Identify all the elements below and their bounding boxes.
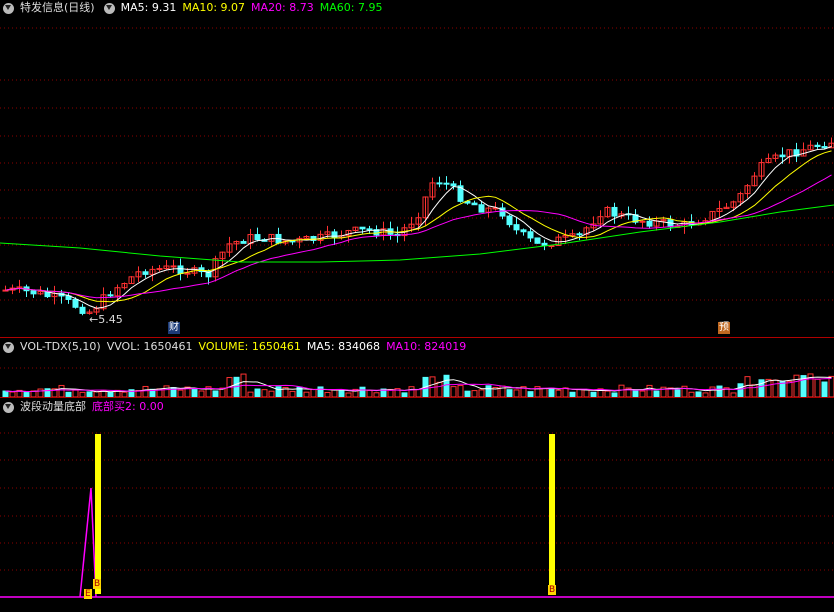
marker-b-1: B (93, 579, 102, 589)
volume-bar (450, 386, 457, 398)
volume-bar (142, 385, 149, 398)
volume-bar (72, 389, 79, 398)
volume-bar (191, 388, 198, 398)
marker-b-2: B (548, 585, 557, 595)
volume-bar (317, 386, 324, 398)
candle-body (72, 298, 79, 308)
volume-bar (751, 384, 758, 398)
volume-bar (786, 380, 793, 398)
volume-bar (506, 389, 513, 398)
buy-signal-bar-1 (95, 434, 101, 594)
volume-bar (576, 388, 583, 398)
candle-body (107, 294, 114, 297)
volume-bar (436, 381, 443, 398)
candle-body (177, 265, 184, 274)
candle-body (142, 271, 149, 275)
candle-body (170, 265, 177, 268)
volume-bar (548, 387, 555, 398)
volume-bar (443, 374, 450, 398)
candle-body (639, 220, 646, 223)
volume-bar (163, 385, 170, 398)
candle-body (506, 215, 513, 226)
volume-bar (37, 388, 44, 398)
volume-bar (408, 386, 415, 398)
volume-bar (485, 385, 492, 398)
volume-bar (583, 389, 590, 398)
candle-body (184, 272, 191, 275)
volume-chart[interactable] (0, 338, 834, 398)
volume-bar (541, 387, 548, 398)
candle-body (534, 237, 541, 244)
volume-bar (555, 389, 562, 398)
marker-e-1: E (84, 589, 92, 599)
price-chart[interactable] (0, 0, 834, 338)
low-price-marker: ←5.45 (89, 313, 123, 326)
volume-bar (261, 389, 268, 398)
indicator-chart[interactable] (0, 398, 834, 612)
candle-body (611, 206, 618, 217)
event-tag-forecast[interactable]: 预 (718, 322, 730, 334)
candle-body (478, 204, 485, 213)
volume-bar (415, 389, 422, 398)
candle-body (779, 154, 786, 158)
candle-body (821, 146, 828, 149)
candle-body (366, 228, 373, 231)
indicator-panel[interactable]: 波段动量底部 底部买2: 0.00 E B B (0, 398, 834, 612)
candle-body (443, 182, 450, 185)
candle-body (513, 224, 520, 231)
volume-bar (457, 385, 464, 398)
volume-bar (772, 379, 779, 398)
candle-body (520, 229, 527, 233)
volume-bar (478, 389, 485, 398)
volume-panel[interactable]: VOL-TDX(5,10) VVOL: 1650461 VOLUME: 1650… (0, 338, 834, 398)
candle-body (814, 144, 821, 148)
candle-body (240, 241, 247, 244)
volume-bar (513, 389, 520, 398)
volume-bar (646, 384, 653, 398)
volume-bar (177, 389, 184, 398)
candle-body (576, 233, 583, 236)
volume-bar (737, 383, 744, 398)
volume-bar (674, 389, 681, 398)
volume-bar (814, 378, 821, 398)
candle-body (450, 183, 457, 187)
candle-body (156, 268, 163, 271)
volume-bar (709, 386, 716, 398)
candle-body (79, 306, 86, 314)
volume-bar (618, 384, 625, 398)
event-tag-finance[interactable]: 财 (168, 322, 180, 334)
volume-bar (58, 384, 65, 398)
candle-body (471, 202, 478, 206)
volume-bar (254, 388, 261, 398)
candle-body (646, 220, 653, 227)
volume-bar (562, 387, 569, 398)
volume-bar (331, 389, 338, 398)
volume-bar (359, 386, 366, 398)
volume-bar (821, 381, 828, 398)
candle-body (527, 231, 534, 239)
volume-bar (793, 374, 800, 398)
volume-bar (275, 386, 282, 398)
volume-bar (310, 388, 317, 398)
candle-body (30, 290, 37, 295)
candle-body (359, 226, 366, 230)
buy-signal-bar-2 (549, 434, 555, 594)
volume-bar (716, 385, 723, 398)
candle-body (436, 182, 443, 185)
volume-bar (828, 375, 834, 398)
price-panel[interactable]: 特发信息(日线) MA5: 9.31 MA10: 9.07 MA20: 8.73… (0, 0, 834, 338)
volume-bar (744, 376, 751, 398)
candle-body (254, 234, 261, 241)
